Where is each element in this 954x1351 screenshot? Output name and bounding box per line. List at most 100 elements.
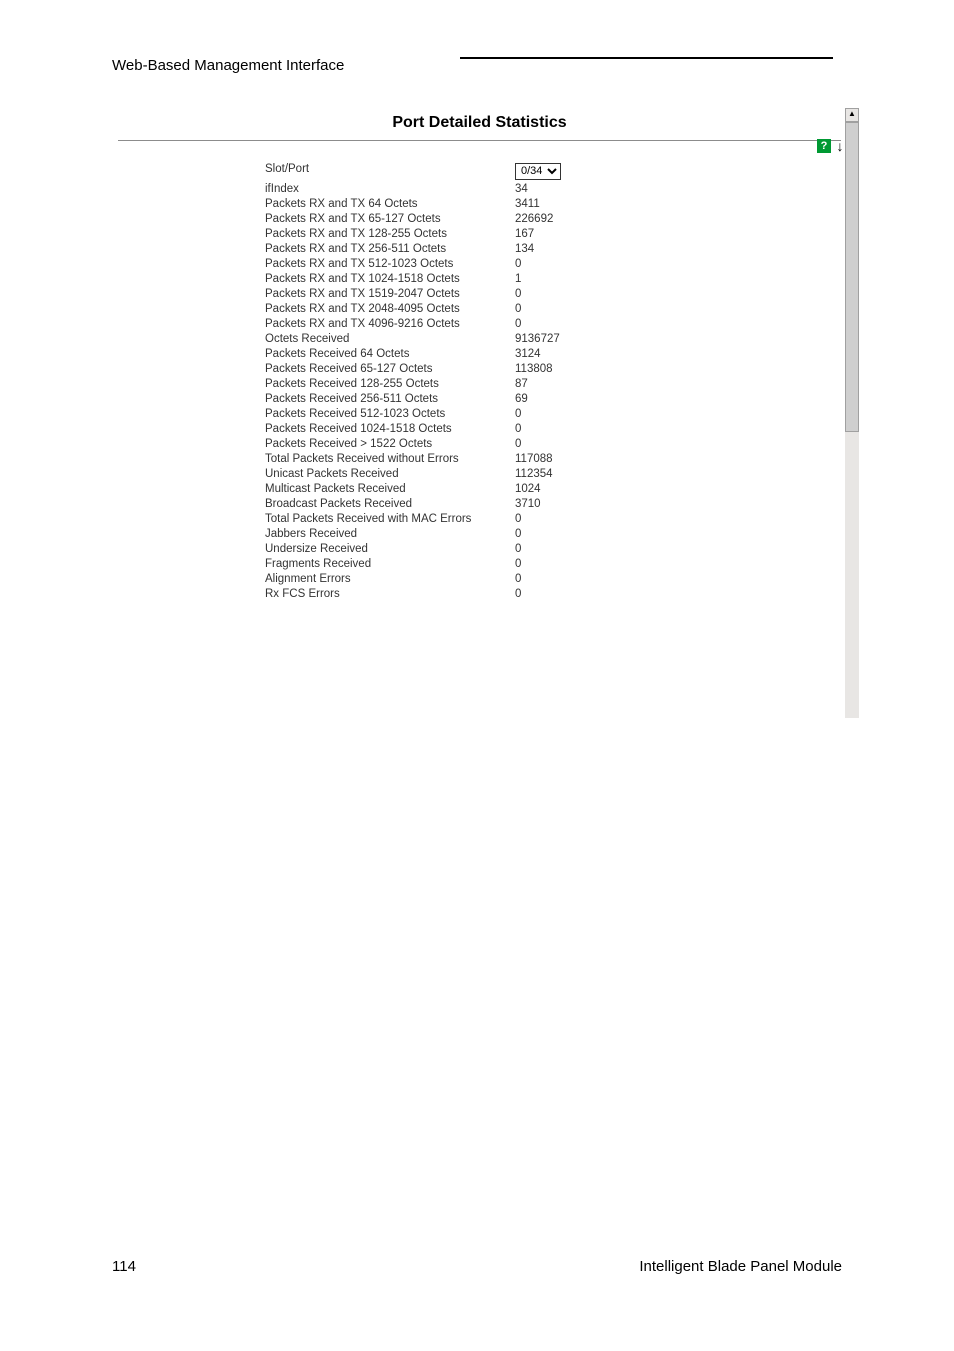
stat-value: 34 <box>515 181 615 196</box>
table-row: Slot/Port 0/34 <box>265 161 615 181</box>
stat-value: 167 <box>515 226 615 241</box>
table-row: Packets Received 256-511 Octets69 <box>265 391 615 406</box>
stat-value: 0 <box>515 526 615 541</box>
table-row: Packets Received 128-255 Octets87 <box>265 376 615 391</box>
page-number: 114 <box>112 1258 136 1275</box>
table-row: Broadcast Packets Received3710 <box>265 496 615 511</box>
table-row: Alignment Errors0 <box>265 571 615 586</box>
stat-label: Packets Received 1024-1518 Octets <box>265 421 515 436</box>
stat-value: 117088 <box>515 451 615 466</box>
stat-label: Packets Received 128-255 Octets <box>265 376 515 391</box>
stat-value: 3411 <box>515 196 615 211</box>
stat-label: Rx FCS Errors <box>265 586 515 601</box>
slot-port-select[interactable]: 0/34 <box>515 163 561 180</box>
table-row: Undersize Received0 <box>265 541 615 556</box>
table-row: Packets Received > 1522 Octets0 <box>265 436 615 451</box>
stat-label: Packets RX and TX 65-127 Octets <box>265 211 515 226</box>
header-rule <box>460 57 833 59</box>
stat-value: 134 <box>515 241 615 256</box>
stat-label: Packets RX and TX 512-1023 Octets <box>265 256 515 271</box>
product-name: Intelligent Blade Panel Module <box>639 1258 842 1275</box>
stat-value: 0 <box>515 421 615 436</box>
table-row: Packets Received 65-127 Octets113808 <box>265 361 615 376</box>
stat-value: 0 <box>515 571 615 586</box>
stat-label: Octets Received <box>265 331 515 346</box>
stat-value: 226692 <box>515 211 615 226</box>
stat-label: Packets RX and TX 64 Octets <box>265 196 515 211</box>
stat-value: 112354 <box>515 466 615 481</box>
stat-label: Packets RX and TX 2048-4095 Octets <box>265 301 515 316</box>
stat-value: 0 <box>515 436 615 451</box>
stat-value: 0 <box>515 286 615 301</box>
stats-table: Slot/Port 0/34 ifIndex34 Packets RX and … <box>265 161 615 601</box>
slot-port-cell: 0/34 <box>515 161 615 181</box>
page-header: Web-Based Management Interface <box>112 57 842 78</box>
table-row: Packets Received 64 Octets3124 <box>265 346 615 361</box>
stat-value: 9136727 <box>515 331 615 346</box>
stat-label: Packets Received > 1522 Octets <box>265 436 515 451</box>
table-row: Packets RX and TX 2048-4095 Octets0 <box>265 301 615 316</box>
help-icon[interactable]: ? <box>817 139 831 153</box>
scrollbar-thumb[interactable] <box>845 122 859 432</box>
stat-label: Fragments Received <box>265 556 515 571</box>
stat-label: Total Packets Received with MAC Errors <box>265 511 515 526</box>
stat-value: 87 <box>515 376 615 391</box>
table-row: Rx FCS Errors0 <box>265 586 615 601</box>
stat-label: Packets Received 64 Octets <box>265 346 515 361</box>
stat-value: 113808 <box>515 361 615 376</box>
stat-label: Unicast Packets Received <box>265 466 515 481</box>
document-section-title: Web-Based Management Interface <box>112 57 842 74</box>
stat-label: Multicast Packets Received <box>265 481 515 496</box>
stat-label: Undersize Received <box>265 541 515 556</box>
table-row: Packets RX and TX 1519-2047 Octets0 <box>265 286 615 301</box>
table-row: Packets RX and TX 256-511 Octets134 <box>265 241 615 256</box>
stat-label: Total Packets Received without Errors <box>265 451 515 466</box>
table-row: Packets RX and TX 65-127 Octets226692 <box>265 211 615 226</box>
stat-label: Packets Received 512-1023 Octets <box>265 406 515 421</box>
stat-label: ifIndex <box>265 181 515 196</box>
table-row: Packets RX and TX 64 Octets3411 <box>265 196 615 211</box>
panel-title: Port Detailed Statistics <box>118 108 841 140</box>
stat-label: Broadcast Packets Received <box>265 496 515 511</box>
stat-value: 0 <box>515 406 615 421</box>
panel-rule <box>118 140 841 141</box>
stat-label: Packets Received 65-127 Octets <box>265 361 515 376</box>
stat-label: Packets RX and TX 1519-2047 Octets <box>265 286 515 301</box>
table-row: Packets RX and TX 4096-9216 Octets0 <box>265 316 615 331</box>
stat-value: 0 <box>515 301 615 316</box>
stat-value: 1024 <box>515 481 615 496</box>
stat-value: 0 <box>515 541 615 556</box>
stat-value: 0 <box>515 316 615 331</box>
stat-label: Jabbers Received <box>265 526 515 541</box>
table-row: Total Packets Received without Errors117… <box>265 451 615 466</box>
page-footer: 114 Intelligent Blade Panel Module <box>112 1258 842 1276</box>
stat-label: Packets RX and TX 4096-9216 Octets <box>265 316 515 331</box>
stat-value: 0 <box>515 586 615 601</box>
stat-value: 0 <box>515 511 615 526</box>
jump-down-icon[interactable]: ↓ <box>833 139 847 153</box>
table-row: Unicast Packets Received112354 <box>265 466 615 481</box>
stat-value: 3710 <box>515 496 615 511</box>
table-row: Jabbers Received0 <box>265 526 615 541</box>
table-row: ifIndex34 <box>265 181 615 196</box>
screenshot-panel: ▲ Port Detailed Statistics ? ↓ Slot/Port… <box>118 108 841 601</box>
stat-value: 0 <box>515 256 615 271</box>
scroll-up-button[interactable]: ▲ <box>845 108 859 122</box>
stat-value: 1 <box>515 271 615 286</box>
stat-label: Packets Received 256-511 Octets <box>265 391 515 406</box>
table-row: Multicast Packets Received1024 <box>265 481 615 496</box>
stat-label: Alignment Errors <box>265 571 515 586</box>
slot-port-label: Slot/Port <box>265 161 515 181</box>
table-row: Fragments Received0 <box>265 556 615 571</box>
table-row: Packets RX and TX 1024-1518 Octets1 <box>265 271 615 286</box>
stat-label: Packets RX and TX 1024-1518 Octets <box>265 271 515 286</box>
stat-label: Packets RX and TX 128-255 Octets <box>265 226 515 241</box>
table-row: Packets RX and TX 128-255 Octets167 <box>265 226 615 241</box>
table-row: Packets RX and TX 512-1023 Octets0 <box>265 256 615 271</box>
table-row: Total Packets Received with MAC Errors0 <box>265 511 615 526</box>
stat-value: 69 <box>515 391 615 406</box>
table-row: Packets Received 1024-1518 Octets0 <box>265 421 615 436</box>
stat-label: Packets RX and TX 256-511 Octets <box>265 241 515 256</box>
stat-value: 3124 <box>515 346 615 361</box>
stat-value: 0 <box>515 556 615 571</box>
